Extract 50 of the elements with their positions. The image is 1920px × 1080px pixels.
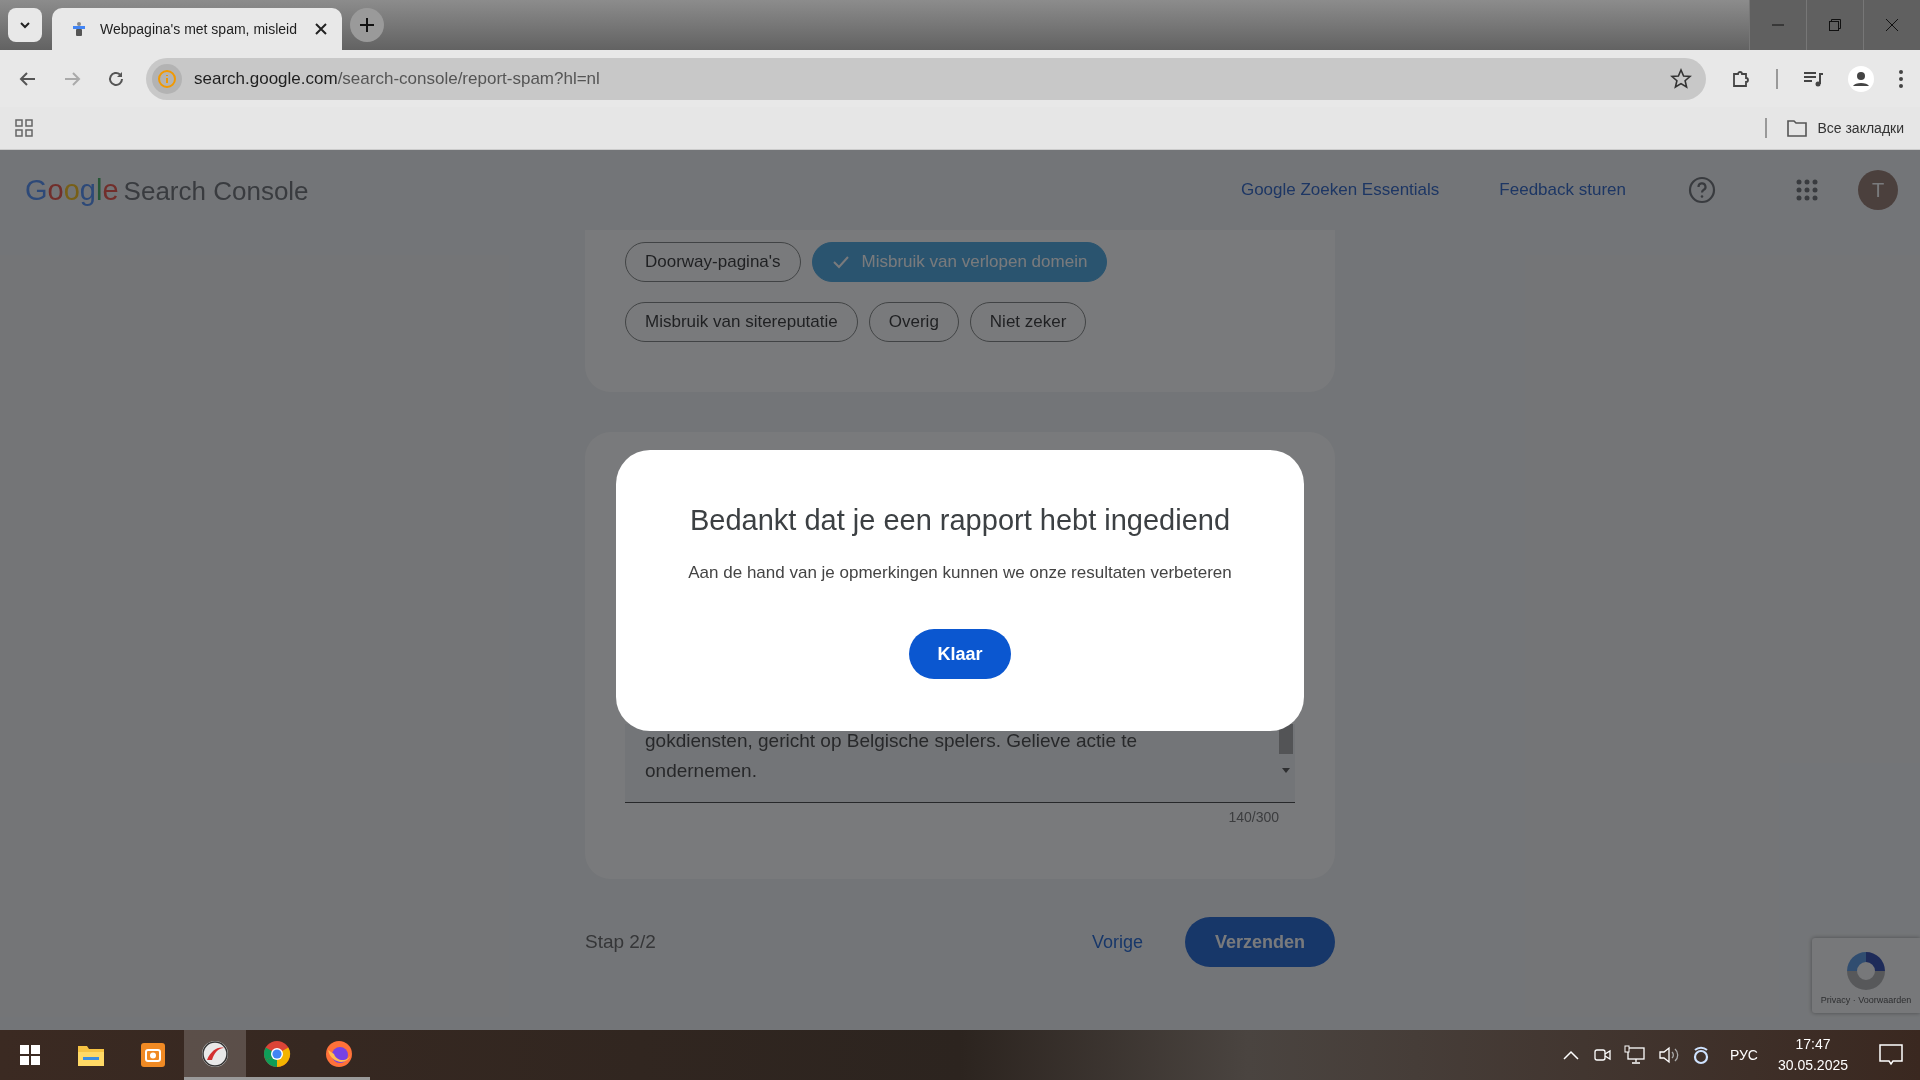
- tab-list-button[interactable]: [8, 8, 42, 42]
- header-link[interactable]: Google Zoeken Essentials: [1240, 180, 1440, 200]
- close-icon[interactable]: [314, 22, 328, 36]
- previous-button[interactable]: Vorige: [1085, 930, 1149, 954]
- notification-icon[interactable]: [1878, 1042, 1904, 1068]
- filter-chip[interactable]: Misbruik van verlopen domein: [811, 242, 1108, 282]
- close-icon: [1885, 18, 1899, 32]
- firefox-icon: [325, 1039, 353, 1068]
- filter-chip[interactable]: Overig: [868, 302, 959, 342]
- url-text: search.google.com/search-console/report-spam?hl=nl: [194, 68, 601, 89]
- swirl-app-icon: [201, 1039, 229, 1068]
- address-bar[interactable]: search.google.com/search-console/report-spam?hl=nl: [146, 57, 1706, 100]
- header-link[interactable]: Feedback sturen: [1499, 180, 1626, 200]
- profile-icon[interactable]: [1848, 65, 1874, 92]
- filter-chip[interactable]: Misbruik van sitereputatie: [625, 302, 858, 342]
- browser-tab[interactable]: Webpagina's met spam, misleid: [52, 8, 342, 50]
- apps-grid-icon[interactable]: [1796, 179, 1818, 201]
- step-indicator: Stap 2/2: [585, 931, 656, 953]
- plus-icon: [359, 17, 375, 33]
- chrome-icon: [263, 1039, 291, 1068]
- folder-icon: [77, 1043, 105, 1067]
- filter-chip[interactable]: Niet zeker: [969, 302, 1087, 342]
- help-icon[interactable]: [1688, 176, 1716, 204]
- new-tab-button[interactable]: [350, 8, 384, 42]
- star-icon[interactable]: [1670, 67, 1692, 90]
- network-icon[interactable]: [1623, 1045, 1646, 1065]
- search-console-logo[interactable]: Google Search Console: [25, 173, 309, 207]
- filter-chip[interactable]: Doorway-pagina's: [625, 242, 801, 282]
- favicon-icon: [70, 20, 88, 38]
- more-vertical-icon[interactable]: [1898, 68, 1904, 89]
- restore-icon: [1828, 18, 1842, 32]
- clock[interactable]: 17:47 30.05.2025: [1777, 1034, 1848, 1076]
- character-counter: 140/300: [1227, 808, 1280, 825]
- camera-icon: [140, 1042, 166, 1068]
- tab-title: Webpagina's met spam, misleid: [100, 21, 298, 37]
- recaptcha-badge[interactable]: Privacy · Voorwaarden: [1812, 938, 1920, 1013]
- all-bookmarks-button[interactable]: Все закладки: [1787, 119, 1904, 137]
- language-indicator[interactable]: РУС: [1729, 1047, 1758, 1063]
- folder-icon: [1787, 119, 1808, 137]
- chevron-up-icon[interactable]: [1561, 1049, 1580, 1061]
- description-field[interactable]: gokdiensten, gericht op Belgische spelers. Gelieve actie te ondernemen.: [625, 724, 1295, 803]
- dialog-message: Aan de hand van je opmerkingen kunnen we onze resultaten verbeteren: [688, 563, 1232, 583]
- volume-icon[interactable]: [1657, 1045, 1680, 1065]
- submit-button[interactable]: Verzenden: [1184, 917, 1335, 967]
- taskbar-app[interactable]: [184, 1030, 246, 1080]
- apps-grid-icon[interactable]: [14, 118, 34, 138]
- ring-icon[interactable]: [1691, 1045, 1710, 1065]
- done-button[interactable]: Klaar: [909, 629, 1011, 679]
- dialog-title: Bedankt dat je een rapport hebt ingediend: [689, 504, 1231, 537]
- windows-start-icon[interactable]: [20, 1045, 40, 1065]
